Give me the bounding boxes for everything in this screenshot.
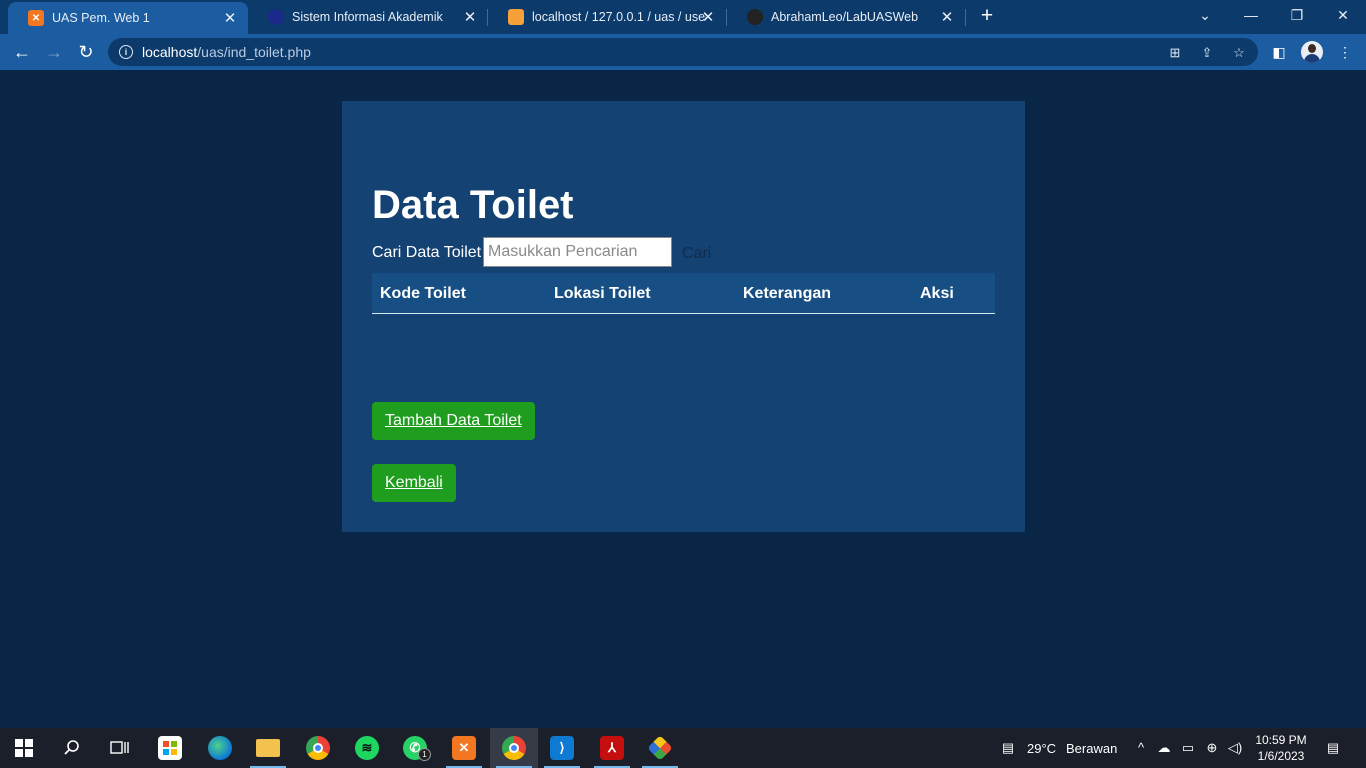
network-globe-icon[interactable]: ⊕ — [1203, 739, 1221, 757]
close-tab-icon[interactable]: ✕ — [939, 8, 955, 26]
close-tab-icon[interactable]: ✕ — [222, 9, 238, 27]
reload-button[interactable]: ↻ — [75, 41, 97, 63]
search-icon — [64, 740, 79, 755]
chrome-app[interactable] — [294, 728, 342, 768]
menu-kebab-icon[interactable]: ⋮ — [1334, 41, 1356, 63]
xampp-icon: ✕ — [452, 736, 476, 760]
clock-time: 10:59 PM — [1255, 733, 1307, 747]
forward-button[interactable]: → — [43, 41, 65, 63]
tab-github[interactable]: AbrahamLeo/LabUASWeb ✕ — [727, 0, 965, 34]
column-aksi: Aksi — [920, 285, 954, 302]
onedrive-sync-icon[interactable]: ☁ — [1155, 739, 1173, 757]
back-button[interactable]: ← — [11, 41, 33, 63]
address-bar[interactable]: i localhost/uas/ind_toilet.php ⊞ ⇪ ☆ — [108, 38, 1258, 66]
minimize-button[interactable]: — — [1239, 4, 1263, 26]
table-header: Kode Toilet Lokasi Toilet Keterangan Aks… — [372, 273, 995, 314]
vscode-icon: ⟩ — [550, 736, 574, 760]
notification-badge: 1 — [418, 748, 431, 761]
chrome-profile-app[interactable] — [490, 728, 538, 768]
chevron-up-icon[interactable]: ^ — [1132, 739, 1150, 757]
file-explorer[interactable] — [244, 728, 292, 768]
url-host: localhost — [142, 44, 198, 60]
github-icon — [747, 9, 763, 25]
weather-news-icon[interactable]: ▤ — [996, 739, 1020, 757]
xampp-icon: ✕ — [28, 10, 44, 26]
university-logo-icon — [268, 9, 284, 25]
content-card: Data Toilet Cari Data Toilet Cari Kode T… — [342, 101, 1025, 532]
bookmark-star-icon[interactable]: ☆ — [1230, 44, 1248, 62]
store-icon — [158, 736, 182, 760]
column-keterangan: Keterangan — [743, 285, 832, 302]
xampp-app[interactable]: ✕ — [440, 728, 488, 768]
page-title: Data Toilet — [372, 183, 574, 227]
vscode-app[interactable]: ⟩ — [538, 728, 586, 768]
edge-browser[interactable] — [196, 728, 244, 768]
add-toilet-button[interactable]: Tambah Data Toilet — [372, 402, 535, 440]
close-tab-icon[interactable]: ✕ — [700, 8, 716, 26]
task-view-icon — [110, 741, 129, 754]
taskbar-search[interactable] — [48, 728, 96, 768]
avatar-body — [1304, 54, 1320, 63]
column-lokasi-toilet: Lokasi Toilet — [554, 285, 651, 302]
git-gui-app[interactable] — [636, 728, 684, 768]
notification-center-icon[interactable]: ▤ — [1324, 739, 1342, 757]
chrome-icon — [502, 736, 526, 760]
folder-icon — [256, 739, 280, 757]
weather-condition[interactable]: Berawan — [1066, 741, 1117, 756]
search-input[interactable] — [483, 237, 672, 267]
side-panel-icon[interactable]: ◧ — [1268, 41, 1290, 63]
tab-divider — [965, 9, 966, 26]
url-text: localhost/uas/ind_toilet.php — [142, 44, 311, 60]
tab-title: AbrahamLeo/LabUASWeb — [771, 10, 919, 24]
windows-taskbar: ≋ ✆ 1 ✕ ⟩ ⅄ ▤ 29°C Berawan ^ ☁ ▭ ⊕ ◁) 10… — [0, 728, 1366, 768]
spotify-icon: ≋ — [355, 736, 379, 760]
browser-tab-strip: ✕ UAS Pem. Web 1 ✕ Sistem Informasi Akad… — [0, 0, 1366, 34]
share-icon[interactable]: ⇪ — [1198, 44, 1216, 62]
start-button[interactable] — [0, 728, 48, 768]
volume-icon[interactable]: ◁) — [1226, 739, 1244, 757]
tab-uas-pem-web[interactable]: ✕ UAS Pem. Web 1 ✕ — [8, 2, 248, 34]
acrobat-app[interactable]: ⅄ — [588, 728, 636, 768]
system-clock[interactable]: 10:59 PM 1/6/2023 — [1250, 732, 1312, 764]
url-path: /uas/ind_toilet.php — [197, 44, 311, 60]
tab-sistem-informasi[interactable]: Sistem Informasi Akademik ✕ — [248, 0, 488, 34]
search-button[interactable]: Cari — [682, 245, 711, 263]
search-label: Cari Data Toilet — [372, 244, 482, 261]
tab-title: localhost / 127.0.0.1 / uas / users — [532, 10, 706, 24]
edge-icon — [208, 736, 232, 760]
phpmyadmin-icon — [508, 9, 524, 25]
close-tab-icon[interactable]: ✕ — [462, 8, 478, 26]
avatar-head — [1308, 44, 1316, 53]
chrome-icon — [306, 736, 330, 760]
tab-search-icon[interactable]: ⌄ — [1193, 4, 1217, 26]
restore-button[interactable]: ❐ — [1285, 4, 1309, 26]
whatsapp-app[interactable]: ✆ 1 — [391, 728, 439, 768]
site-info-icon[interactable]: i — [119, 45, 133, 59]
translate-icon[interactable]: ⊞ — [1166, 44, 1184, 62]
new-tab-button[interactable]: + — [977, 5, 997, 26]
spotify-app[interactable]: ≋ — [343, 728, 391, 768]
tab-phpmyadmin[interactable]: localhost / 127.0.0.1 / uas / users ✕ — [488, 0, 726, 34]
tab-title: UAS Pem. Web 1 — [52, 11, 150, 25]
task-view[interactable] — [96, 728, 144, 768]
git-icon — [647, 735, 673, 761]
tab-title: Sistem Informasi Akademik — [292, 10, 443, 24]
windows-logo-icon — [15, 739, 33, 757]
browser-toolbar: ← → ↻ i localhost/uas/ind_toilet.php ⊞ ⇪… — [0, 34, 1366, 70]
back-link-button[interactable]: Kembali — [372, 464, 456, 502]
battery-icon[interactable]: ▭ — [1179, 739, 1197, 757]
close-window-button[interactable]: ✕ — [1331, 4, 1355, 26]
profile-avatar[interactable] — [1301, 41, 1323, 63]
weather-temperature[interactable]: 29°C — [1027, 741, 1056, 756]
microsoft-store[interactable] — [146, 728, 194, 768]
column-kode-toilet: Kode Toilet — [380, 285, 466, 302]
pdf-icon: ⅄ — [600, 736, 624, 760]
clock-date: 1/6/2023 — [1257, 749, 1305, 763]
